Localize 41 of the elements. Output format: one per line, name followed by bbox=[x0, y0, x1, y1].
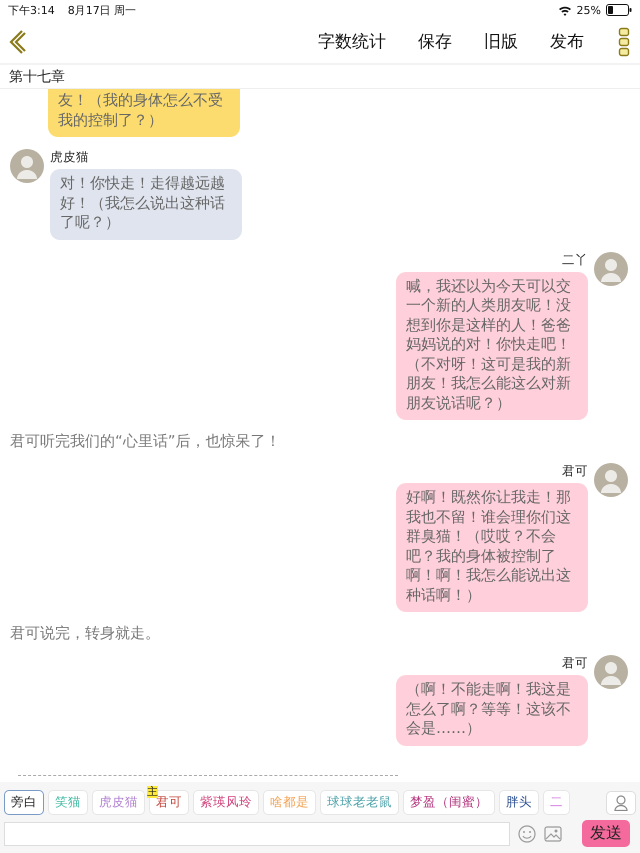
message-bubble: 好啊！既然你让我走！那我也不留！谁会理你们这群臭猫！（哎哎？不会吧？我的身体被控制了啊！啊！我怎么能说出这种话啊！） bbox=[396, 483, 588, 612]
back-icon[interactable] bbox=[8, 28, 26, 54]
image-icon[interactable] bbox=[544, 826, 562, 842]
narration-text: 君可说完，转身就走。 bbox=[10, 624, 161, 643]
message-bubble: 友！（我的身体怎么不受我的控制了？） bbox=[48, 89, 240, 137]
message-bubble: 喊，我还以为今天可以交一个新的人类朋友呢！没想到你是这样的人！爸爸妈妈说的对！你快走吧！（不对呀！这可是我的新朋友！我怎么能这么对新朋友说话呢？） bbox=[396, 272, 588, 420]
status-date: 8月17日 周一 bbox=[68, 2, 136, 18]
toolbar-button[interactable]: 发布 bbox=[550, 30, 584, 53]
speaker-name: 二丫 bbox=[562, 252, 588, 268]
speaker-name: 虎皮猫 bbox=[50, 149, 89, 166]
character-tab[interactable]: 虎皮猫 bbox=[92, 790, 145, 815]
toolbar-button[interactable]: 字数统计 bbox=[318, 30, 386, 53]
main-badge: 主 bbox=[147, 786, 158, 798]
avatar-icon bbox=[10, 149, 44, 183]
character-tab[interactable]: 球球老老鼠 bbox=[320, 790, 399, 815]
toolbar-button[interactable]: 旧版 bbox=[484, 30, 518, 53]
person-icon bbox=[614, 794, 628, 810]
avatar-icon bbox=[594, 463, 628, 497]
character-tab[interactable]: 紫瑛风玲 bbox=[193, 790, 259, 815]
send-button[interactable]: 发送 bbox=[582, 820, 630, 847]
person-button[interactable] bbox=[606, 790, 636, 814]
avatar-icon bbox=[594, 655, 628, 689]
battery-percent: 25% bbox=[576, 4, 601, 16]
speaker-name: 君可 bbox=[562, 655, 588, 672]
chapter-title: 第十七章 bbox=[9, 68, 65, 86]
speaker-name: 君可 bbox=[562, 463, 588, 480]
more-icon[interactable] bbox=[618, 26, 630, 56]
message-bubble: （啊！不能走啊！我这是怎么了啊？等等！这该不会是……） bbox=[396, 675, 588, 746]
narration-text: 君可听完我们的“心里话”后，也惊呆了！ bbox=[10, 432, 282, 451]
character-tab[interactable]: 梦盈（闺蜜） bbox=[403, 790, 495, 815]
status-time: 下午3:14 bbox=[8, 2, 55, 18]
wifi-icon bbox=[558, 4, 572, 16]
battery-icon bbox=[606, 4, 632, 16]
toolbar-button[interactable]: 保存 bbox=[418, 30, 452, 53]
character-tab[interactable]: 胖头 bbox=[499, 790, 539, 815]
message-input[interactable] bbox=[4, 822, 510, 846]
message-bubble: 对！你快走！走得越远越好！（我怎么说出这种话了呢？） bbox=[50, 169, 242, 240]
avatar-icon bbox=[594, 252, 628, 286]
character-tab[interactable]: 二 bbox=[543, 790, 570, 815]
emoji-icon[interactable] bbox=[518, 824, 536, 842]
character-tab[interactable]: 旁白 bbox=[4, 790, 44, 815]
